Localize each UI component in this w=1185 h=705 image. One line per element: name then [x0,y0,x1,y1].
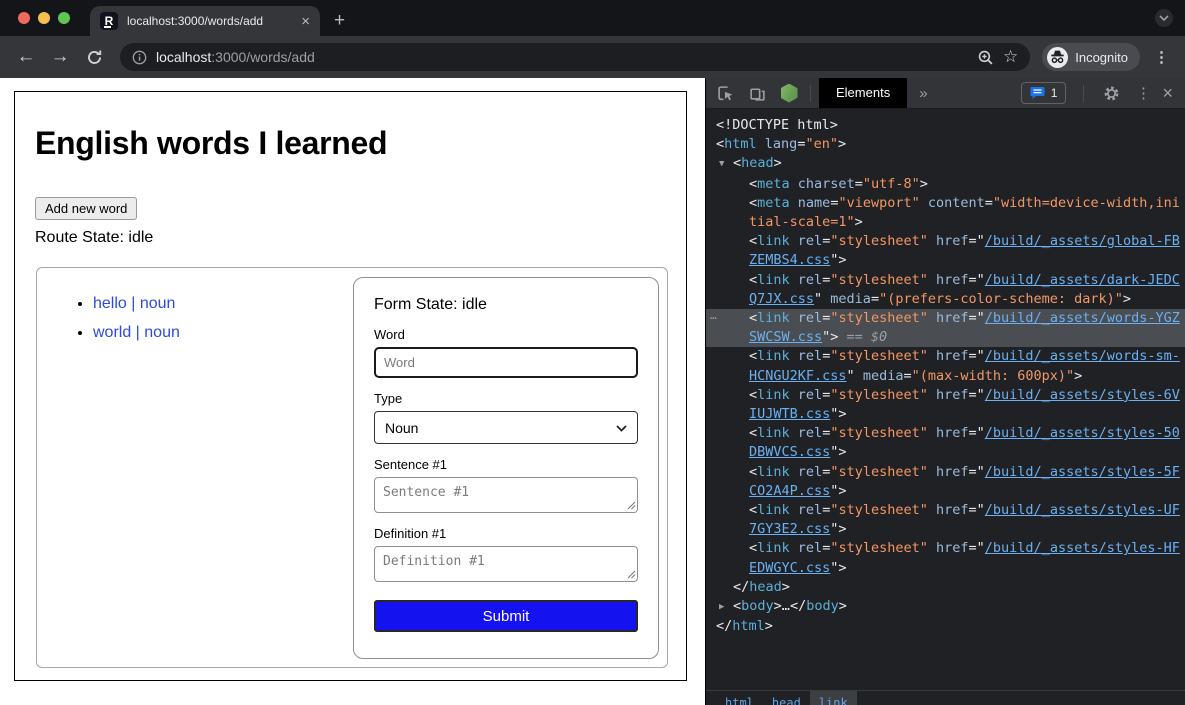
devtools-close-icon[interactable]: × [1162,83,1173,104]
devtools-panel: Elements » 1 ⋮ × <!DOCTYPE html><html la… [705,78,1185,705]
minimize-window-button[interactable] [38,12,50,24]
url-path: :3000/words/add [211,49,315,65]
browser-tab[interactable]: R localhost:3000/words/add × [90,6,320,36]
code-line[interactable]: <link rel="stylesheet" href="/build/_ass… [706,463,1185,482]
code-line[interactable]: Q7JX.css" media="(prefers-color-scheme: … [706,290,1185,309]
breadcrumb-item[interactable]: link [810,691,857,705]
tab-search-icon[interactable] [1155,9,1173,27]
code-line[interactable]: 7GY3E2.css"> [706,520,1185,539]
devtools-menu-icon[interactable]: ⋮ [1130,80,1156,106]
code-line[interactable]: <meta name="viewport" content="width=dev… [706,194,1185,213]
tab-close-icon[interactable]: × [301,13,310,30]
incognito-badge: Incognito [1042,43,1140,71]
code-line[interactable]: ZEMBS4.css"> [706,251,1185,270]
definition-textarea[interactable] [374,546,638,582]
words-panel: hello | noun world | noun Form State: idl… [36,267,668,668]
type-select[interactable]: Noun [374,411,638,444]
sentence-label: Sentence #1 [374,457,638,472]
word-link[interactable]: hello | noun [93,295,175,312]
code-line[interactable]: <link rel="stylesheet" href="/build/_ass… [706,501,1185,520]
settings-gear-icon[interactable] [1098,80,1124,106]
app-container: English words I learned Add new word Rou… [14,91,687,681]
titlebar: R localhost:3000/words/add × + [0,0,1185,36]
more-tabs-icon[interactable]: » [919,85,927,102]
reload-icon[interactable] [80,43,108,71]
console-messages-badge[interactable]: 1 [1021,82,1067,104]
sentence-textarea[interactable] [374,477,638,513]
dom-breadcrumbs: htmlheadlink [706,690,1185,705]
word-link[interactable]: world | noun [93,324,180,341]
new-tab-button[interactable]: + [334,10,345,32]
code-line[interactable]: EDWGYC.css"> [706,559,1185,578]
elements-tree: <!DOCTYPE html><html lang="en">▼<head><m… [706,109,1185,705]
inspect-element-icon[interactable] [712,80,738,106]
word-label: Word [374,327,638,342]
add-word-form: Form State: idle Word Type Noun Sentence… [353,277,659,659]
form-state-text: Form State: idle [374,296,638,314]
code-line[interactable]: <link rel="stylesheet" href="/build/_ass… [706,232,1185,251]
device-toolbar-icon[interactable] [744,80,770,106]
code-line[interactable]: <link rel="stylesheet" href="/build/_ass… [706,424,1185,443]
code-line[interactable]: <link rel="stylesheet" href="/build/_ass… [706,347,1185,366]
incognito-label: Incognito [1075,50,1128,65]
definition-label: Definition #1 [374,526,638,541]
incognito-icon [1047,47,1068,68]
code-line[interactable]: …<link rel="stylesheet" href="/build/_as… [706,309,1185,328]
code-line[interactable]: HCNGU2KF.css" media="(max-width: 600px)"… [706,367,1185,386]
code-line[interactable]: <meta charset="utf-8"> [706,175,1185,194]
tab-elements[interactable]: Elements [819,78,907,108]
route-state-text: Route State: idle [35,229,666,247]
zoom-in-icon[interactable] [977,49,994,66]
code-line[interactable]: IUJWTB.css"> [706,405,1185,424]
tree-toggle-icon[interactable]: ▼ [719,155,733,174]
breadcrumb-item[interactable]: head [763,691,810,705]
code-line[interactable]: DBWVCS.css"> [706,443,1185,462]
type-label: Type [374,391,638,406]
code-line[interactable]: ▼<head> [706,154,1185,174]
favicon-dash [104,26,111,28]
close-window-button[interactable] [18,12,30,24]
back-icon[interactable]: ← [12,43,40,71]
toolbar-divider [1083,85,1084,102]
add-new-word-button[interactable]: Add new word [35,197,137,220]
remix-favicon-icon: R [100,12,118,30]
devtools-toolbar: Elements » 1 ⋮ × [706,78,1185,109]
type-select-value: Noun [385,420,418,436]
message-bubble-icon [1030,86,1045,100]
code-line[interactable]: <!DOCTYPE html> [706,116,1185,135]
navigation-toolbar: ← → localhost:3000/words/add ☆ Incognito… [0,36,1185,78]
code-line[interactable]: </head> [706,578,1185,597]
maximize-window-button[interactable] [58,12,70,24]
page-viewport: English words I learned Add new word Rou… [0,78,705,705]
gutter-dots-icon[interactable]: … [710,309,718,325]
code-line[interactable]: <html lang="en"> [706,135,1185,154]
tree-toggle-icon[interactable]: ▶ [719,598,733,617]
info-icon[interactable] [132,50,147,65]
submit-button[interactable]: Submit [374,600,638,632]
browser-window: R localhost:3000/words/add × + ← → local… [0,0,1185,705]
node-extension-icon[interactable] [776,80,802,106]
code-line[interactable]: CO2A4P.css"> [706,482,1185,501]
code-line[interactable]: <link rel="stylesheet" href="/build/_ass… [706,386,1185,405]
code-line[interactable]: <link rel="stylesheet" href="/build/_ass… [706,271,1185,290]
code-line[interactable]: <link rel="stylesheet" href="/build/_ass… [706,539,1185,558]
toolbar-divider [810,85,811,102]
url-host: localhost [156,49,211,65]
chevron-down-icon [616,425,627,432]
code-line[interactable]: SWCSW.css"> == $0 [706,328,1185,347]
word-input[interactable] [374,347,638,378]
address-bar[interactable]: localhost:3000/words/add ☆ [120,43,1030,71]
url-text[interactable]: localhost:3000/words/add [156,49,315,65]
code-line[interactable]: </html> [706,617,1185,636]
page-title: English words I learned [35,125,666,162]
code-line[interactable]: tial-scale=1"> [706,213,1185,232]
breadcrumb-item[interactable]: html [716,691,763,705]
message-count: 1 [1051,86,1058,100]
code-line[interactable]: ▶<body>…</body> [706,597,1185,617]
bookmark-star-icon[interactable]: ☆ [1003,47,1018,67]
browser-menu-icon[interactable]: ⋮ [1150,48,1173,66]
traffic-lights [18,12,70,24]
tab-title: localhost:3000/words/add [127,14,293,28]
forward-icon[interactable]: → [46,43,74,71]
